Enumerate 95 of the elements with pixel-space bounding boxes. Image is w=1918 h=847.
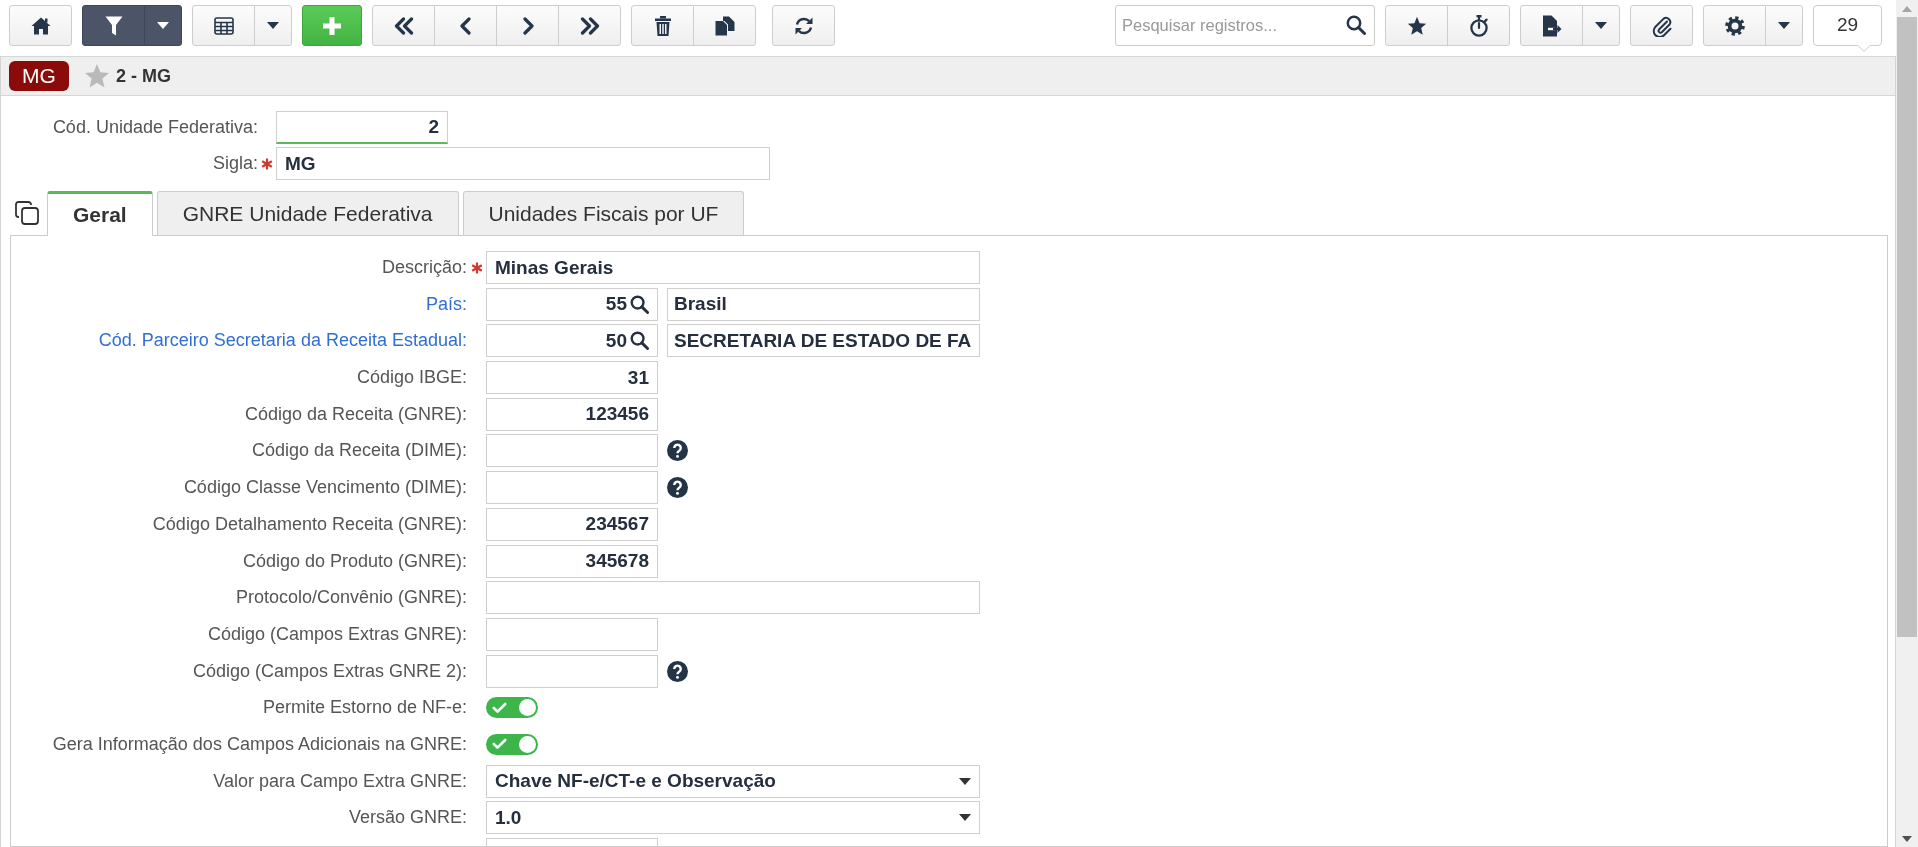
- search-icon: [1346, 15, 1366, 35]
- input-field[interactable]: 2: [276, 111, 448, 144]
- field-label: Código do Produto (GNRE):: [242, 550, 467, 572]
- tab[interactable]: GNRE Unidade Federativa: [156, 191, 459, 235]
- input-field[interactable]: 31: [486, 361, 658, 395]
- home-button[interactable]: [9, 5, 72, 46]
- tab[interactable]: Geral: [47, 191, 153, 236]
- settings-button[interactable]: [1703, 5, 1766, 46]
- scrollbar-track[interactable]: [1896, 0, 1918, 847]
- lookup-field[interactable]: 50: [486, 324, 658, 358]
- table-view-button[interactable]: [192, 5, 255, 46]
- input-field[interactable]: [486, 471, 658, 505]
- field-label: Código da Receita (GNRE):: [244, 403, 467, 425]
- dropdown-button[interactable]: [144, 5, 182, 46]
- input-field[interactable]: 345678: [486, 544, 658, 578]
- tab[interactable]: Unidades Fiscais por UF: [462, 191, 745, 235]
- gear-icon: [1724, 15, 1745, 36]
- next-button[interactable]: [496, 5, 559, 46]
- first-record-button[interactable]: [372, 5, 435, 46]
- field-label: Descrição:: [381, 257, 467, 278]
- record-count: 29: [1813, 5, 1882, 52]
- field-label: Sigla:: [212, 153, 258, 174]
- filter-icon: [104, 15, 123, 36]
- double-chevron-right-icon: [579, 16, 600, 35]
- last-record-button[interactable]: [558, 5, 621, 46]
- search-icon: [630, 294, 649, 314]
- attachment-button[interactable]: [1630, 5, 1693, 46]
- star-icon: [1406, 15, 1427, 36]
- caret-icon: [959, 777, 971, 785]
- refresh-button[interactable]: [772, 5, 835, 46]
- field-link[interactable]: Cód. Parceiro Secretaria da Receita Estadual:: [98, 330, 467, 352]
- lookup-field[interactable]: 55: [486, 287, 658, 321]
- input-field[interactable]: [486, 654, 658, 688]
- plus-icon: [322, 15, 342, 36]
- help-icon[interactable]: [667, 440, 688, 462]
- input-field[interactable]: [486, 581, 980, 615]
- field-label: Cód. Unidade Federativa:: [52, 117, 258, 138]
- duplicate-button[interactable]: [693, 5, 756, 46]
- field-label: Permite Estorno de NF-e:: [262, 697, 467, 719]
- export-button[interactable]: [1520, 5, 1583, 46]
- favorite-button[interactable]: [1385, 5, 1448, 46]
- caret-icon: [267, 22, 279, 29]
- field-label: Código Detalhamento Receita (GNRE):: [152, 513, 467, 535]
- toggle-switch[interactable]: [486, 697, 538, 719]
- input-field[interactable]: [486, 617, 658, 651]
- caret-icon: [1778, 22, 1790, 29]
- field-label: Valor para Campo Extra GNRE:: [213, 770, 467, 792]
- add-button[interactable]: [302, 5, 362, 46]
- select-field[interactable]: Chave NF-e/CT-e e Observação: [486, 764, 980, 798]
- input-field[interactable]: MG: [276, 147, 770, 180]
- help-icon[interactable]: [667, 477, 688, 499]
- input-field[interactable]: Minas Gerais: [486, 251, 980, 284]
- toggle-switch[interactable]: [486, 733, 538, 755]
- previous-button[interactable]: [434, 5, 497, 46]
- field-label: Código IBGE:: [356, 367, 467, 389]
- double-chevron-left-icon: [393, 16, 414, 35]
- filter-button[interactable]: [82, 5, 145, 46]
- help-icon[interactable]: [667, 660, 688, 682]
- timer-button[interactable]: [1447, 5, 1510, 46]
- record-badge: MG: [9, 61, 69, 91]
- search-icon: [630, 331, 649, 351]
- field-label: Código Classe Vencimento (DIME):: [183, 477, 467, 499]
- field-label: Código (Campos Extras GNRE):: [207, 623, 467, 645]
- documents-icon: [714, 15, 735, 36]
- copy-icon[interactable]: [15, 201, 39, 225]
- caret-icon: [959, 814, 971, 822]
- description-field: Brasil: [667, 287, 980, 321]
- check-icon: [492, 738, 507, 751]
- scroll-down-icon[interactable]: [1902, 836, 1912, 842]
- field-label: Protocolo/Convênio (GNRE):: [235, 587, 467, 609]
- refresh-icon: [793, 15, 814, 36]
- input-field[interactable]: 234567: [486, 507, 658, 541]
- star-icon[interactable]: [84, 63, 110, 89]
- description-field: SECRETARIA DE ESTADO DE FA: [667, 324, 980, 358]
- scrollbar-thumb[interactable]: [1897, 17, 1917, 637]
- check-icon: [492, 701, 507, 714]
- record-title: 2 - MG: [116, 65, 171, 87]
- table-icon: [213, 16, 234, 35]
- field-label: Versão GNRE:: [348, 807, 467, 829]
- caret-icon: [1595, 22, 1607, 29]
- document-arrow-icon: [1541, 14, 1562, 37]
- field-label: Gera Informação dos Campos Adicionais na GNRE:: [52, 733, 467, 755]
- home-icon: [30, 16, 51, 35]
- input-field[interactable]: [486, 434, 658, 468]
- input-field[interactable]: 123456: [486, 397, 658, 431]
- paperclip-icon: [1651, 14, 1672, 37]
- delete-button[interactable]: [631, 5, 694, 46]
- search-field[interactable]: Pesquisar registros...: [1115, 5, 1375, 46]
- caret-icon: [157, 22, 169, 29]
- field-link[interactable]: País:: [425, 293, 467, 315]
- select-field[interactable]: 1.0: [486, 801, 980, 835]
- trash-icon: [654, 15, 671, 36]
- field-label: Código (Campos Extras GNRE 2):: [192, 660, 467, 682]
- stopwatch-icon: [1468, 14, 1489, 37]
- field-label: Código da Receita (DIME):: [251, 440, 467, 462]
